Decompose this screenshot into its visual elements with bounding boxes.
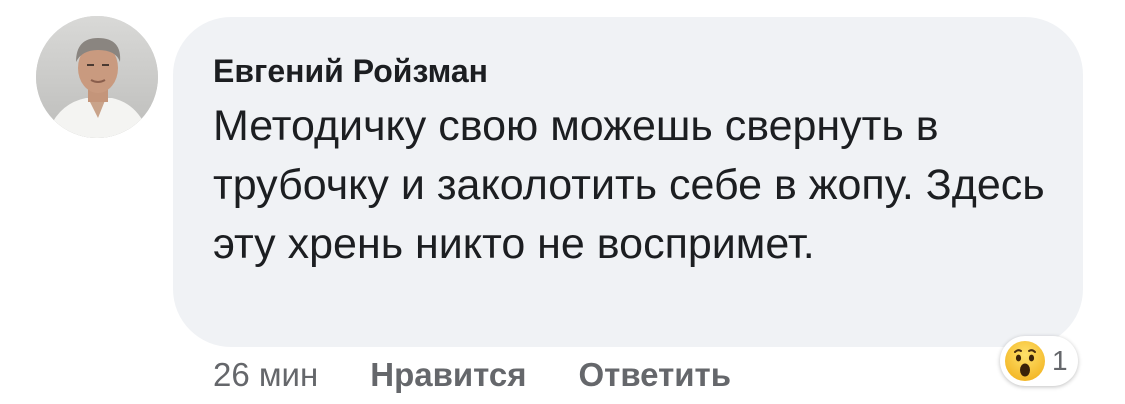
comment-text: Методичку свою можешь свернуть в трубочк…: [213, 102, 1045, 268]
comment-container: Евгений Ройзман Методичку свою можешь св…: [0, 0, 1125, 404]
reply-button[interactable]: Ответить: [579, 356, 732, 394]
comment-author-name[interactable]: Евгений Ройзман: [213, 51, 1043, 91]
like-button[interactable]: Нравится: [370, 356, 526, 394]
reaction-count: 1: [1052, 345, 1068, 376]
comment-actions: 26 мин Нравится Ответить: [213, 356, 731, 394]
reaction-summary[interactable]: 1: [1000, 336, 1078, 386]
comment-bubble: Евгений Ройзман Методичку свою можешь св…: [173, 17, 1083, 347]
avatar-photo: [36, 16, 158, 138]
comment-timestamp[interactable]: 26 мин: [213, 356, 318, 394]
wow-emoji-icon: [1005, 341, 1045, 381]
avatar[interactable]: [36, 16, 158, 138]
